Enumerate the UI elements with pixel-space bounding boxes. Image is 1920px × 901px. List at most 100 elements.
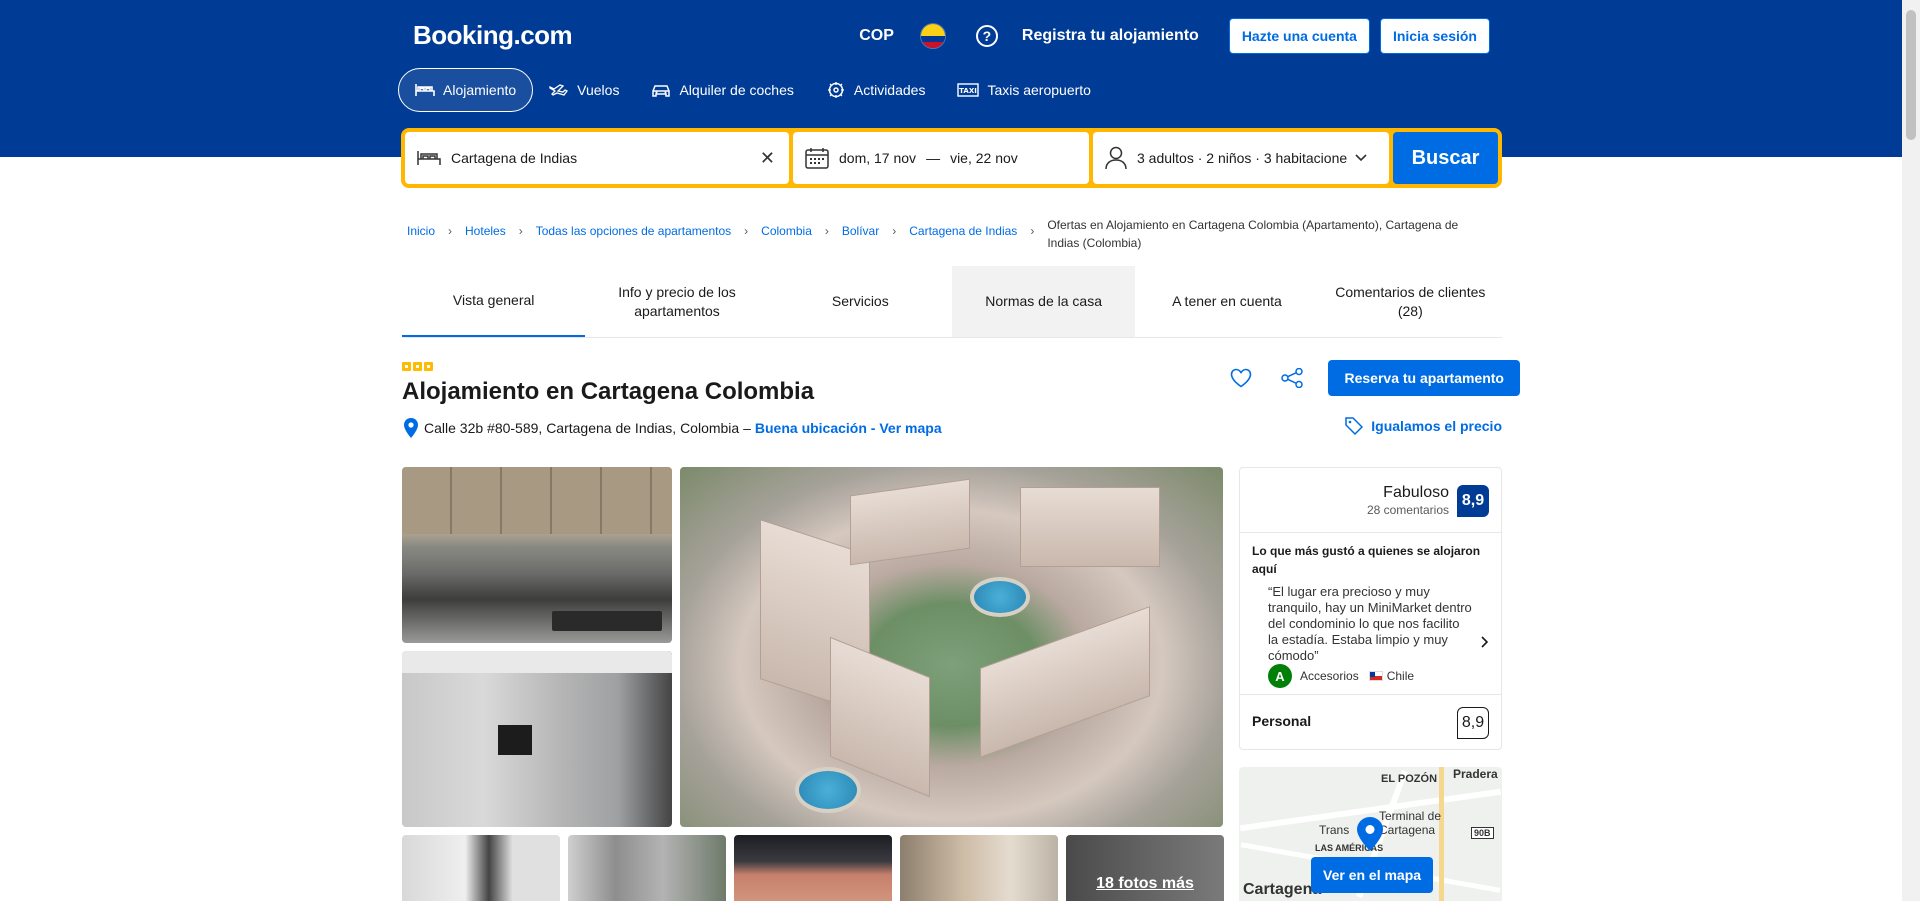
plane-icon (549, 84, 569, 96)
reviewer-country: Chile (1386, 669, 1415, 683)
breadcrumb-country[interactable]: Colombia (761, 224, 812, 238)
photo-thumbnails: 18 fotos más (402, 835, 1224, 901)
chevron-right-icon[interactable] (1481, 636, 1489, 648)
price-match-label: Igualamos el precio (1371, 418, 1502, 434)
check-in-date: dom, 17 nov (839, 150, 917, 166)
clear-destination-icon[interactable]: ✕ (760, 148, 775, 169)
photo-thumbnail[interactable] (402, 835, 560, 901)
breadcrumb-city[interactable]: Cartagena de Indias (909, 224, 1017, 238)
bed-icon (417, 151, 441, 165)
divider (1240, 532, 1501, 533)
header-actions: COP ? Registra tu alojamiento Hazte una … (859, 18, 1490, 54)
guests-field[interactable]: 3 adultos · 2 niños · 3 habitacione (1093, 132, 1389, 184)
create-account-button[interactable]: Hazte una cuenta (1228, 18, 1370, 54)
tab-overview[interactable]: Vista general (402, 266, 586, 337)
bed-icon (415, 84, 435, 96)
nav-item-stays[interactable]: Alojamiento (398, 68, 534, 112)
photo-thumbnail[interactable] (734, 835, 892, 901)
tab-facilities[interactable]: Servicios (769, 266, 952, 337)
photo-thumbnail[interactable] (568, 835, 726, 901)
sign-in-button[interactable]: Inicia sesión (1379, 18, 1490, 54)
map-label: EL POZÓN (1381, 773, 1438, 785)
location-pin-icon (404, 418, 418, 438)
property-address: Calle 32b #80-589, Cartagena de Indias, … (404, 418, 942, 438)
nav-label: Taxis aeropuerto (987, 82, 1091, 98)
destination-value: Cartagena de Indias (451, 150, 578, 166)
breadcrumb-current: Ofertas en Alojamiento en Cartagena Colo… (1047, 218, 1459, 250)
photo-kitchen[interactable] (402, 467, 672, 643)
map-label: Pradera (1453, 767, 1498, 781)
breadcrumb-home[interactable]: Inicio (407, 224, 435, 238)
breadcrumb-region[interactable]: Bolívar (842, 224, 879, 238)
photo-living-room[interactable] (402, 651, 672, 827)
map-label: Terminal de (1379, 809, 1442, 823)
map-pin-icon (1357, 817, 1383, 851)
property-tabs: Vista general Info y precio de los apart… (402, 266, 1502, 338)
nav-item-flights[interactable]: Vuelos (533, 68, 635, 112)
nav-label: Alojamiento (443, 82, 517, 98)
property-actions: Reserva tu apartamento (1223, 360, 1520, 396)
map-label: Cartagena (1379, 823, 1436, 837)
share-button[interactable] (1274, 360, 1310, 396)
price-match-link[interactable]: Igualamos el precio (1345, 417, 1502, 435)
language-flag-icon[interactable] (919, 23, 946, 49)
breadcrumb-hotels[interactable]: Hoteles (465, 224, 506, 238)
nav-label: Alquiler de coches (679, 82, 794, 98)
save-heart-button[interactable] (1223, 360, 1259, 396)
review-card: Fabuloso 28 comentarios 8,9 Lo que más g… (1239, 467, 1502, 750)
page-scrollbar[interactable] (1902, 0, 1920, 901)
review-summary[interactable]: Fabuloso 28 comentarios 8,9 (1367, 484, 1489, 517)
map-label: 90B (1471, 827, 1494, 839)
nav-label: Vuelos (577, 82, 620, 98)
reviewer-info: A Accesorios Chile (1268, 664, 1414, 688)
breadcrumb-separator: › (448, 224, 453, 238)
destination-field[interactable]: Cartagena de Indias ✕ (405, 132, 789, 184)
person-icon (1105, 146, 1127, 170)
review-count: 28 comentarios (1366, 503, 1449, 517)
photo-thumbnail-more[interactable]: 18 fotos más (1066, 835, 1224, 901)
star-rating (402, 362, 433, 371)
breadcrumb-separator: › (518, 224, 523, 238)
nav-label: Actividades (853, 82, 926, 98)
booking-logo[interactable]: Booking.com (413, 20, 573, 51)
tab-fine-print[interactable]: A tener en cuenta (1135, 266, 1318, 337)
map-preview[interactable]: EL POZÓN Pradera Terminal de Cartagena T… (1239, 767, 1502, 901)
tab-house-rules[interactable]: Normas de la casa (951, 266, 1136, 337)
avatar: A (1268, 664, 1292, 688)
review-quote: “El lugar era precioso y muy tranquilo, … (1268, 584, 1472, 663)
reviewer-name: Accesorios (1300, 669, 1359, 683)
chile-flag-icon (1368, 671, 1383, 681)
breadcrumb-separator: › (824, 224, 829, 238)
tab-info-prices[interactable]: Info y precio de los apartamentos (585, 266, 768, 337)
product-nav: Alojamiento Vuelos Alquiler de coches Ac… (398, 68, 1107, 112)
search-bar: Cartagena de Indias ✕ dom, 17 nov — vie,… (401, 128, 1502, 188)
photo-main-aerial[interactable] (680, 467, 1223, 827)
more-photos-label: 18 fotos más (1096, 875, 1194, 892)
nav-item-attractions[interactable]: Actividades (810, 68, 942, 112)
date-separator: — (926, 150, 941, 166)
dates-field[interactable]: dom, 17 nov — vie, 22 nov (793, 132, 1089, 184)
svg-text:TAXI: TAXI (960, 87, 978, 95)
nav-item-airport-taxis[interactable]: TAXI Taxis aeropuerto (941, 68, 1107, 112)
review-score-badge: 8,9 (1457, 484, 1489, 517)
check-out-date: vie, 22 nov (950, 150, 1018, 166)
help-icon[interactable]: ? (975, 25, 998, 47)
car-icon (652, 85, 671, 97)
location-map-link[interactable]: Buena ubicación - Ver mapa (755, 420, 942, 436)
address-text: Calle 32b #80-589, Cartagena de Indias, … (424, 420, 751, 436)
register-property-link[interactable]: Registra tu alojamiento (1022, 27, 1199, 45)
reserve-button[interactable]: Reserva tu apartamento (1328, 360, 1520, 396)
search-button[interactable]: Buscar (1393, 132, 1498, 184)
currency-selector[interactable]: COP (859, 27, 894, 45)
tag-icon (1345, 417, 1364, 435)
divider (1240, 694, 1501, 695)
attractions-icon (827, 82, 844, 98)
nav-item-car-rental[interactable]: Alquiler de coches (635, 68, 809, 112)
guests-value: 3 adultos · 2 niños · 3 habitacione (1137, 150, 1348, 166)
view-on-map-button[interactable]: Ver en el mapa (1311, 857, 1434, 893)
photo-thumbnail[interactable] (900, 835, 1058, 901)
breadcrumb-apartments[interactable]: Todas las opciones de apartamentos (536, 224, 731, 238)
scrollbar-thumb[interactable] (1906, 10, 1916, 140)
tab-guest-reviews[interactable]: Comentarios de clientes (28) (1319, 266, 1502, 337)
calendar-icon (805, 148, 829, 169)
